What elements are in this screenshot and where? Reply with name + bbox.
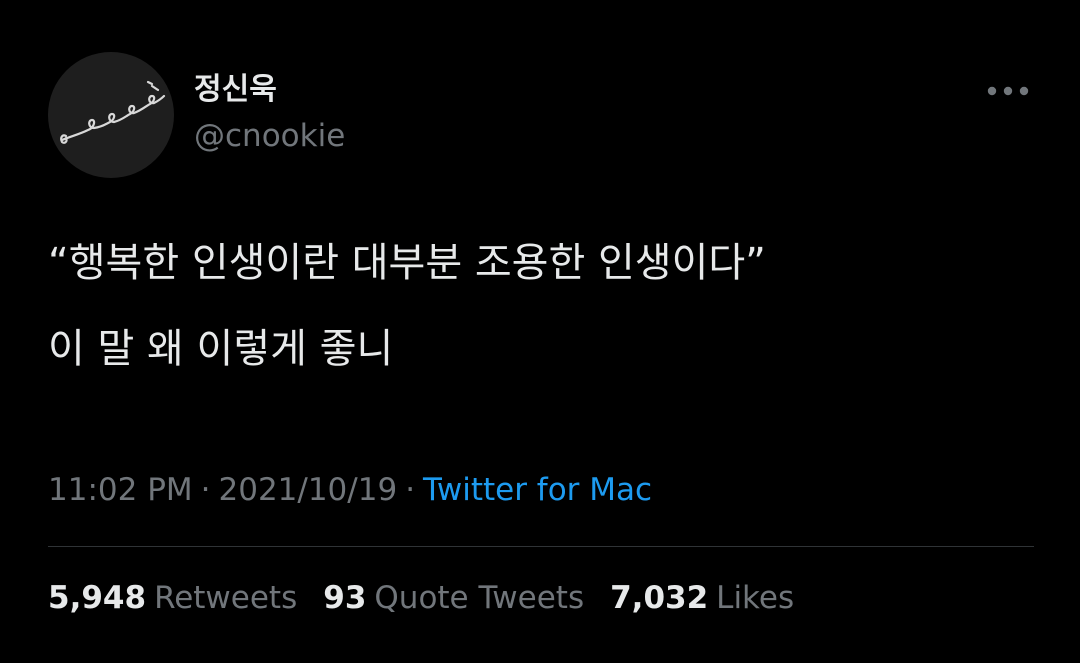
tweet-time[interactable]: 11:02 PM [48,472,193,508]
retweets-label: Retweets [154,580,298,616]
meta-separator: · [405,472,416,508]
more-options-button[interactable] [982,74,1034,108]
tweet-text-line: 이 말 왜 이렇게 좋니 [48,326,394,372]
tweet-text-line: “행복한 인생이란 대부분 조용한 인생이다” [48,240,766,286]
tweet-meta: 11:02 PM · 2021/10/19 · Twitter for Mac [48,470,652,510]
tweet-source-link[interactable]: Twitter for Mac [423,472,652,508]
engagement-stats: 5,948 Retweets 93 Quote Tweets 7,032 Likes [48,578,794,618]
likes-label: Likes [716,580,795,616]
retweets-count: 5,948 [48,580,147,616]
tweet-text: “행복한 인생이란 대부분 조용한 인생이다” 이 말 왜 이렇게 좋니 [48,240,1048,372]
tweet-detail: 정신욱 @cnookie “행복한 인생이란 대부분 조용한 인생이다” 이 말… [0,0,1080,663]
more-horizontal-icon [987,86,1029,96]
likes-count: 7,032 [610,580,709,616]
quote-tweets-count: 93 [323,580,367,616]
divider [48,546,1034,547]
meta-separator: · [200,472,211,508]
quote-tweets-label: Quote Tweets [374,580,585,616]
avatar-doodle-icon [60,80,166,144]
author-display-name[interactable]: 정신욱 [194,70,277,110]
retweets-stat[interactable]: 5,948 Retweets [48,578,297,618]
likes-stat[interactable]: 7,032 Likes [610,578,794,618]
tweet-date[interactable]: 2021/10/19 [219,472,398,508]
quote-tweets-stat[interactable]: 93 Quote Tweets [323,578,584,618]
author-handle[interactable]: @cnookie [194,116,345,156]
avatar[interactable] [48,52,174,178]
